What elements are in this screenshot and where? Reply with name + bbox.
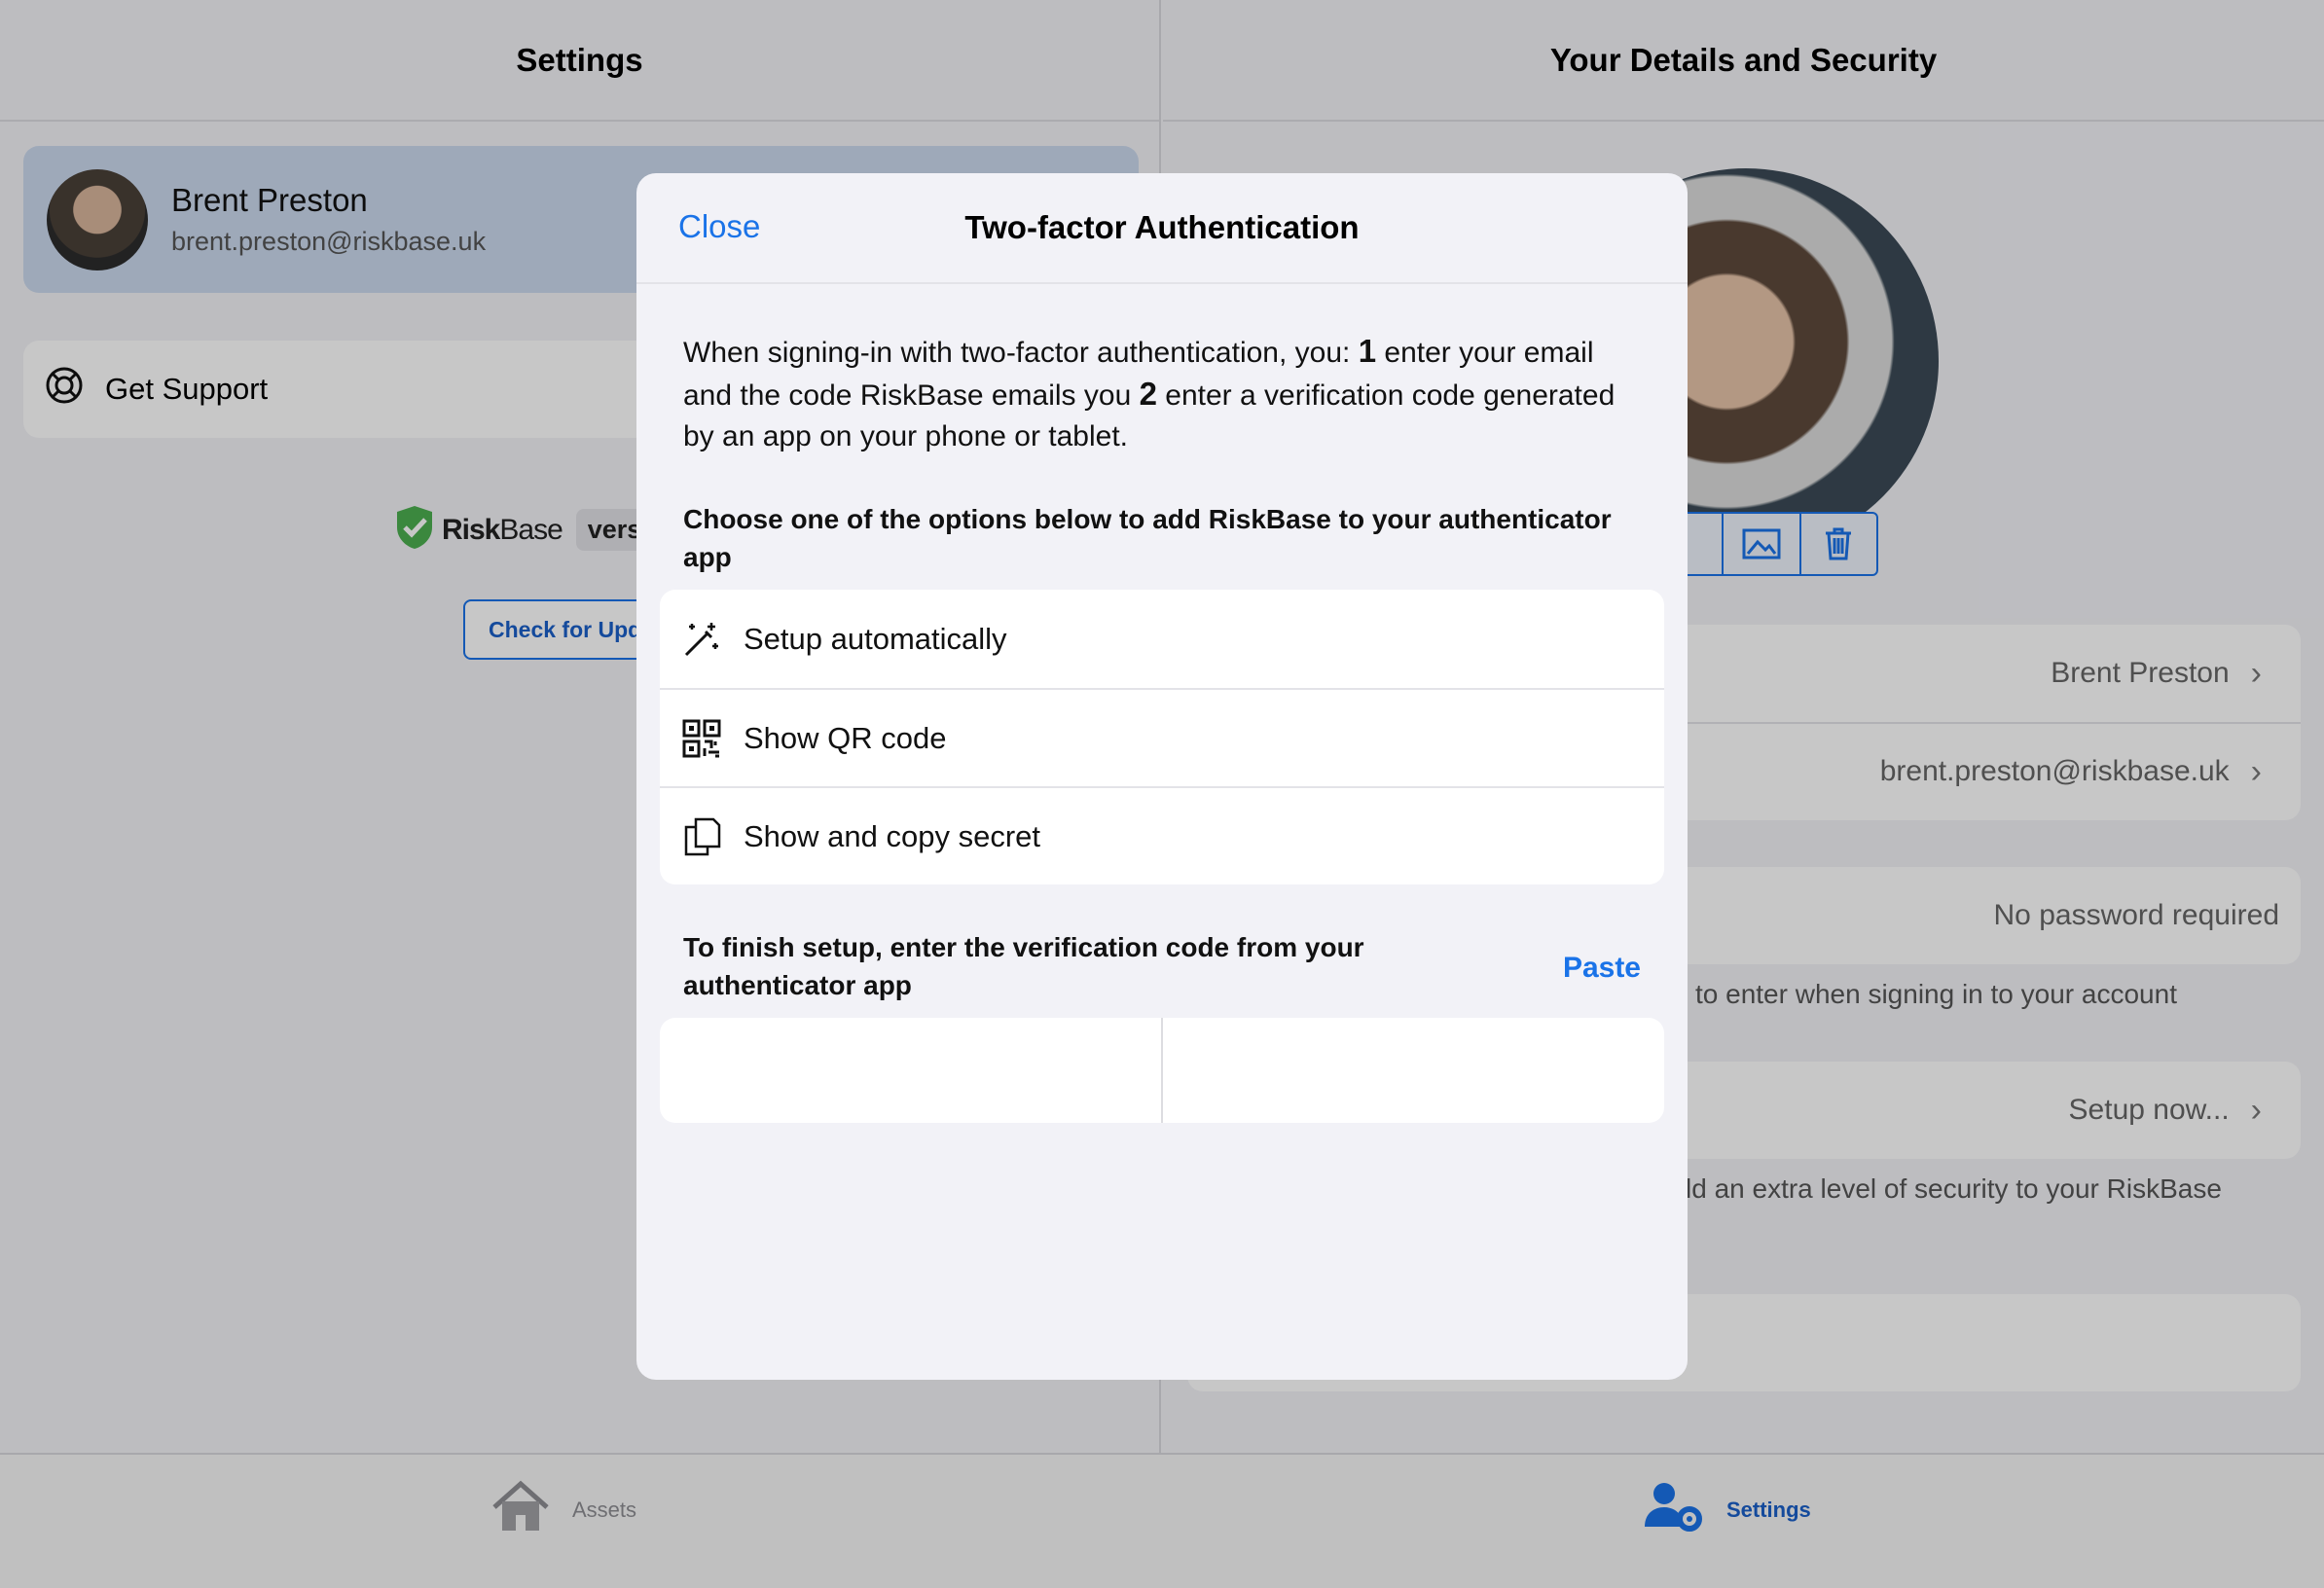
close-button[interactable]: Close xyxy=(678,208,760,245)
show-copy-secret-option[interactable]: Show and copy secret xyxy=(660,786,1664,884)
modal-title: Two-factor Authentication xyxy=(964,209,1360,245)
paste-button[interactable]: Paste xyxy=(1563,952,1641,985)
code-digit-1[interactable] xyxy=(660,1018,1163,1123)
verification-code-input xyxy=(660,1018,1664,1123)
intro-text: When signing-in with two-factor authenti… xyxy=(683,333,1616,452)
setup-automatically-option[interactable]: Setup automatically xyxy=(660,590,1664,688)
two-factor-modal: Close Two-factor Authentication When sig… xyxy=(636,173,1688,1380)
magic-wand-icon xyxy=(681,619,722,660)
show-qr-code-option[interactable]: Show QR code xyxy=(660,688,1664,786)
options-list: Setup automatically Show QR code Show an… xyxy=(660,590,1664,884)
choose-heading: Choose one of the options below to add R… xyxy=(683,504,1612,572)
code-digit-2[interactable] xyxy=(1163,1018,1664,1123)
modal-header: Close Two-factor Authentication xyxy=(636,173,1688,284)
finish-setup-heading: To finish setup, enter the verification … xyxy=(683,932,1364,1000)
qr-code-icon xyxy=(681,718,722,759)
copy-icon xyxy=(681,816,722,857)
